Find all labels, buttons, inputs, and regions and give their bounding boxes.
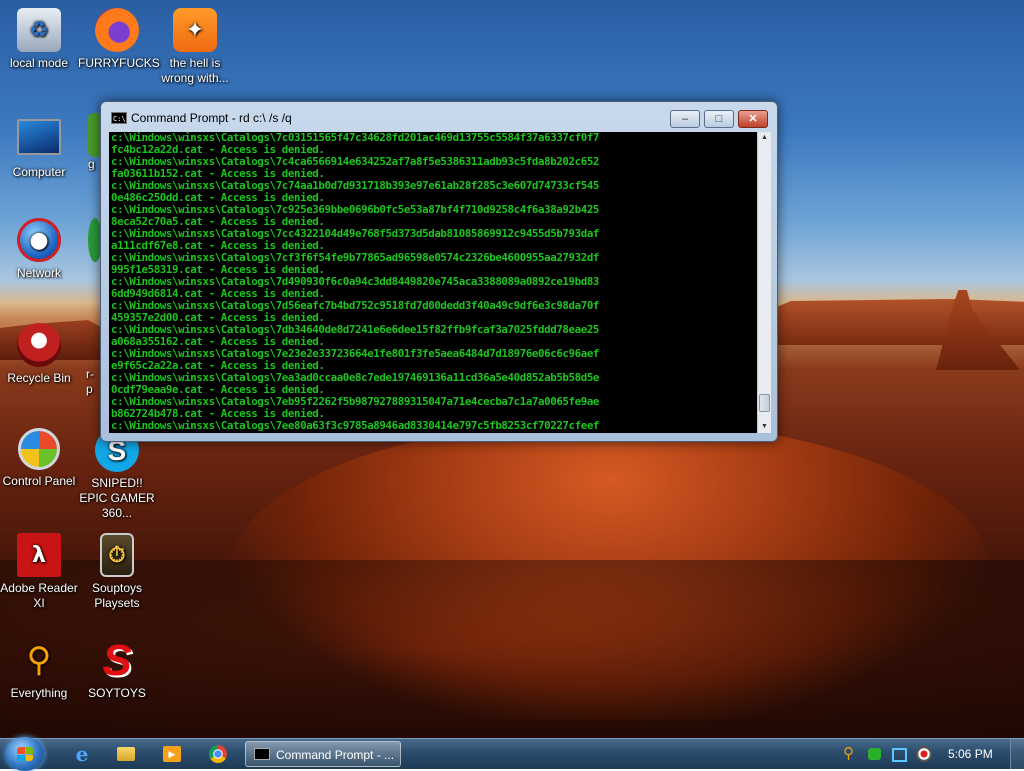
show-desktop-button[interactable] [1010,739,1024,769]
command-prompt-window[interactable]: C:\ Command Prompt - rd c:\ /s /q – □ ✕ … [100,101,778,442]
volume-icon[interactable] [916,746,932,762]
everything-search-icon: ⚲ [26,639,52,680]
desktop-icon-everything[interactable]: ⚲ Everything [0,638,78,701]
taskbar-chrome[interactable] [198,742,238,766]
close-button[interactable]: ✕ [738,110,768,128]
recycle-bin-icon [17,323,61,367]
desktop-icon-uc-browser[interactable]: ✦ the hell is wrong with... [156,8,234,86]
desktop-icon-local-mode[interactable]: ♻ local mode [0,8,78,71]
desktop-icon-label: Adobe Reader XI [0,581,78,610]
file-explorer-icon [117,747,135,761]
action-center-icon[interactable] [892,748,907,762]
cmd-icon: C:\ [111,112,127,124]
taskbar-command-prompt[interactable]: Command Prompt - ... [245,741,401,767]
scroll-up-arrow-icon[interactable]: ▲ [758,132,771,144]
desktop-icon-recycle-bin[interactable]: Recycle Bin [0,323,78,386]
minimize-button[interactable]: – [670,110,700,128]
desktop-icon-label: Recycle Bin [7,371,71,385]
taskbar: e ▶ Command Prompt - ... ⚲ 5:06 PM [0,737,1024,771]
desktop-icon-souptoys[interactable]: ⏱ Souptoys Playsets [78,533,156,611]
desktop-icon-label: Control Panel [2,474,76,488]
chrome-icon [209,745,227,763]
desktop-icon-furryfucks[interactable]: FURRYFUCKS [78,8,160,71]
souptoys-icon: ⏱ [100,533,134,577]
window-title: Command Prompt - rd c:\ /s /q [131,111,292,125]
window-titlebar[interactable]: C:\ Command Prompt - rd c:\ /s /q – □ ✕ [101,102,777,132]
everything-tray-icon[interactable]: ⚲ [843,746,859,762]
cmd-icon [254,748,270,760]
scroll-thumb[interactable] [759,394,770,412]
network-icon: ● [17,218,61,262]
desktop-icon-label: Network [16,266,61,280]
desktop-icon-label: Computer [12,165,66,179]
desktop-icon-network[interactable]: ● Network [0,218,78,281]
control-panel-icon [18,428,60,470]
maximize-button[interactable]: □ [704,110,734,128]
vertical-scrollbar[interactable]: ▲ ▼ [757,132,771,433]
desktop-icon-label: FURRYFUCKS [78,56,160,70]
console-output[interactable]: c:\Windows\winsxs\Catalogs\7c03151565f47… [109,132,757,433]
desktop-icon-control-panel[interactable]: Control Panel [0,428,78,489]
start-button[interactable] [6,737,44,771]
desktop-icon-label: the hell is wrong with... [161,56,229,85]
windows-logo-icon [17,747,33,761]
desktop: ♻ local mode Computer ● Network Recycle … [0,0,1024,738]
soytoys-icon: S [102,635,132,685]
desktop-icon-label: Souptoys Playsets [91,581,143,610]
taskbar-task-label: Command Prompt - ... [276,748,395,762]
app-icon [86,323,100,367]
firefox-icon [95,8,139,52]
desktop-icon-adobe-reader[interactable]: λ Adobe Reader XI [0,533,78,611]
adobe-reader-icon: λ [17,533,61,577]
desktop-icon-label: SOYTOYS [88,686,146,700]
desktop-icon-label: Everything [10,686,68,700]
scroll-down-arrow-icon[interactable]: ▼ [758,421,771,433]
taskbar-file-explorer[interactable] [106,742,146,766]
console-text: c:\Windows\winsxs\Catalogs\7c03151565f47… [111,132,600,432]
taskbar-media-player[interactable]: ▶ [152,742,192,766]
taskbar-internet-explorer[interactable]: e [62,742,102,766]
clock[interactable]: 5:06 PM [948,747,993,761]
computer-icon [17,119,61,155]
internet-explorer-icon: e [75,742,89,766]
recycle-bin-full-icon: ♻ [17,8,61,52]
media-player-icon: ▶ [163,746,181,762]
desktop-icon-soytoys[interactable]: S SOYTOYS [78,638,156,701]
desktop-icon-label: SNIPED!! EPIC GAMER 360... [79,476,155,520]
uc-browser-icon: ✦ [173,8,217,52]
desktop-icon-label: local mode [9,56,69,70]
desktop-icon-computer[interactable]: Computer [0,113,78,180]
network-tray-icon[interactable] [868,748,881,760]
